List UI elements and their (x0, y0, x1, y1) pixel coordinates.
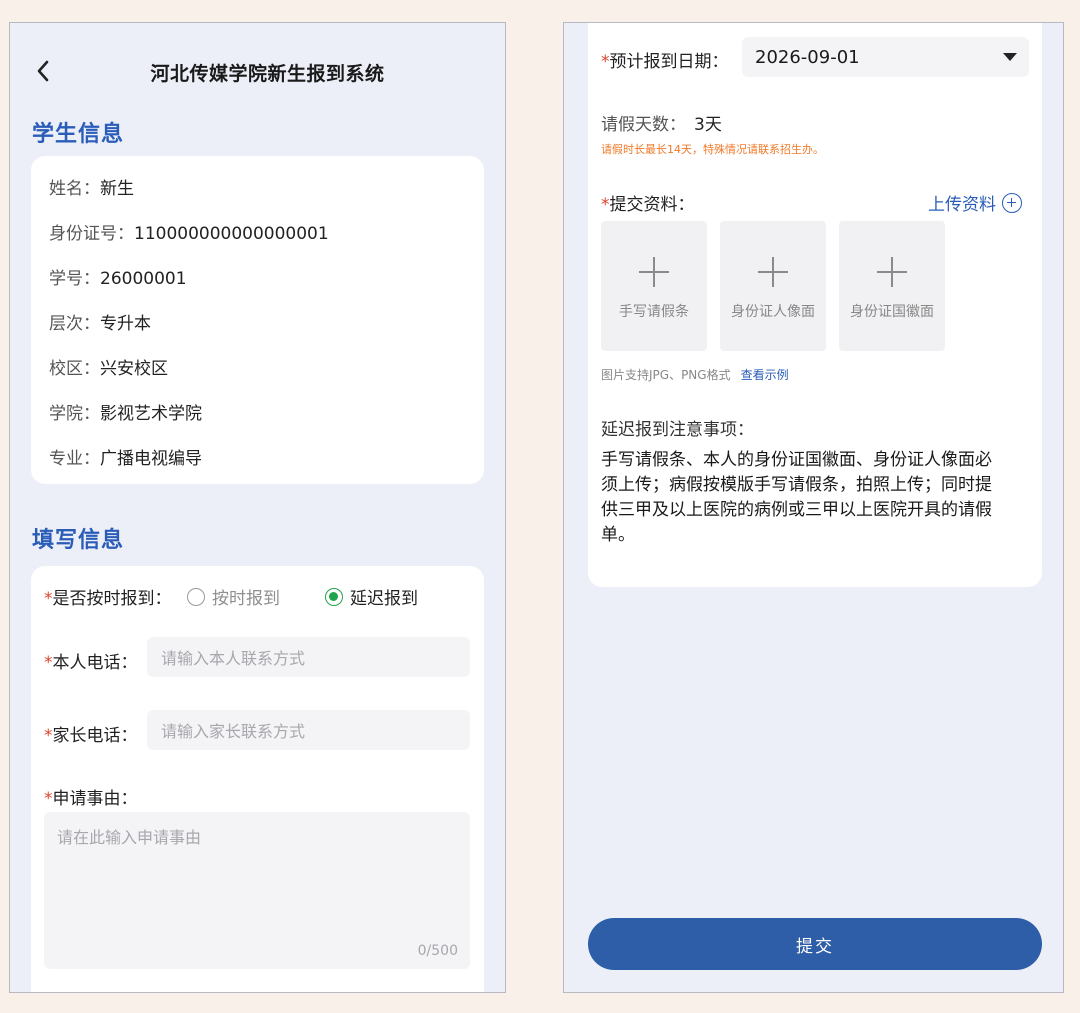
format-tip: 图片支持JPG、PNG格式 查看示例 (601, 368, 789, 382)
fill-info-title: 填写信息 (32, 528, 125, 553)
leave-days-value: 3天 (694, 115, 722, 135)
upload-handwritten-note[interactable]: 手写请假条 (601, 221, 707, 351)
leave-note: 请假时长最长14天，特殊情况请联系招生办。 (601, 143, 824, 156)
notice-body: 手写请假条、本人的身份证国徽面、身份证人像面必 须上传；病假按模版手写请假条，拍… (601, 450, 992, 545)
upload-id-emblem-side[interactable]: 身份证国徽面 (839, 221, 945, 351)
right-screen: *预计报到日期： 2026-09-01 请假天数： 3天 请假时长最长14天，特殊… (563, 22, 1064, 993)
reason-placeholder: 请在此输入申请事由 (57, 828, 202, 847)
plus-icon (758, 257, 788, 287)
upload-materials-link[interactable]: 上传资料 (928, 190, 1022, 215)
left-screen: 河北传媒学院新生报到系统 学生信息 姓名：新生 身份证号：11000000000… (9, 22, 506, 993)
date-select[interactable]: 2026-09-01 (742, 37, 1029, 77)
parent-phone-label: *家长电话： (44, 726, 138, 746)
leave-days-label: 请假天数： 3天 (601, 115, 722, 135)
info-row-level: 层次：专升本 (49, 314, 151, 334)
plus-icon (877, 257, 907, 287)
radio-on-time[interactable]: 按时报到 (187, 584, 280, 609)
materials-label: *提交资料： (601, 195, 695, 215)
reason-textarea[interactable]: 请在此输入申请事由 0/500 (44, 812, 470, 969)
info-row-student-number: 学号：26000001 (49, 269, 187, 289)
page-title: 河北传媒学院新生报到系统 (150, 63, 385, 85)
expected-date-label: *预计报到日期： (601, 52, 729, 72)
student-info-title: 学生信息 (32, 122, 125, 147)
view-example-link[interactable]: 查看示例 (741, 368, 789, 382)
radio-checked-icon (325, 587, 343, 606)
reason-label: *申请事由： (44, 789, 138, 809)
phone-input[interactable]: 请输入本人联系方式 (147, 637, 470, 677)
phone-label: *本人电话： (44, 653, 138, 673)
submit-button[interactable]: 提交 (588, 918, 1042, 970)
app-header: 河北传媒学院新生报到系统 (10, 51, 505, 91)
info-row-college: 学院：影视艺术学院 (49, 404, 202, 424)
notice-title: 延迟报到注意事项： (601, 420, 754, 440)
plus-circle-icon (1002, 192, 1022, 213)
plus-icon (639, 257, 669, 287)
student-info-card: 姓名：新生 身份证号：110000000000000001 学号：2600000… (31, 156, 484, 484)
char-counter: 0/500 (417, 943, 458, 959)
on-time-label: *是否按时报到： (44, 589, 172, 609)
upload-id-portrait-side[interactable]: 身份证人像面 (720, 221, 826, 351)
caret-down-icon (1003, 53, 1017, 61)
fill-info-card: *是否按时报到： 按时报到 延迟报到 *本人电话： 请输入本人联系方式 *家长电… (31, 566, 484, 992)
info-row-major: 专业：广播电视编导 (49, 449, 202, 469)
info-row-campus: 校区：兴安校区 (49, 359, 168, 379)
radio-delayed[interactable]: 延迟报到 (325, 584, 418, 609)
parent-phone-input[interactable]: 请输入家长联系方式 (147, 710, 470, 750)
fill-info-card-continued: *预计报到日期： 2026-09-01 请假天数： 3天 请假时长最长14天，特殊… (588, 23, 1042, 587)
radio-circle-icon (187, 587, 205, 606)
info-row-name: 姓名：新生 (49, 179, 134, 199)
info-row-id-number: 身份证号：110000000000000001 (49, 224, 329, 244)
